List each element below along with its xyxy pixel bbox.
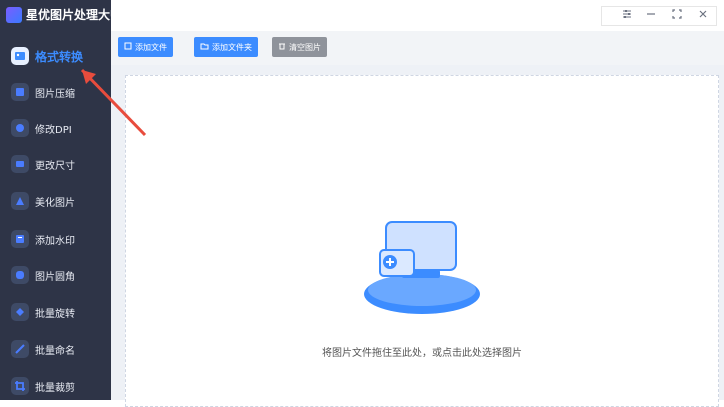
add-file-label: 添加文件 (135, 42, 167, 52)
sidebar-item-batch-crop[interactable]: 批量裁剪 (0, 369, 111, 403)
clear-images-label: 清空图片 (289, 42, 321, 52)
sidebar-item-beautify[interactable]: 美化图片 (0, 184, 111, 218)
sidebar-item-label: 批量旋转 (35, 308, 75, 320)
add-file-button[interactable]: 添加文件 (118, 37, 173, 57)
sidebar-item-label: 修改DPI (35, 124, 72, 136)
add-file-icon (124, 42, 132, 52)
add-folder-button[interactable]: 添加文件夹 (194, 37, 258, 57)
title-bar (111, 0, 724, 31)
drop-zone[interactable]: 将图片文件拖住至此处，或点击此处选择图片 (125, 75, 719, 407)
image-convert-icon (11, 47, 29, 65)
toolbar: 添加文件 添加文件夹 清空图片 (111, 31, 724, 65)
folder-icon (200, 42, 209, 52)
resize-icon (11, 155, 29, 173)
sidebar-item-label: 添加水印 (35, 235, 75, 247)
app-logo-icon (6, 6, 22, 23)
sidebar-item-rounded-corner[interactable]: 图片圆角 (0, 258, 111, 292)
compress-icon (11, 83, 29, 101)
dpi-icon (11, 119, 29, 137)
app-title: 星优图片处理大师 (6, 6, 122, 23)
sidebar-item-watermark[interactable]: 添加水印 (0, 222, 111, 256)
crop-icon (11, 377, 29, 395)
rounded-corner-icon (11, 266, 29, 284)
trash-icon (278, 42, 286, 52)
beautify-icon (11, 192, 29, 210)
rename-icon (11, 340, 29, 358)
main-area: 将图片文件拖住至此处，或点击此处选择图片 (111, 65, 724, 407)
sidebar-item-label: 图片压缩 (35, 88, 75, 100)
minimize-icon[interactable] (643, 6, 659, 22)
sidebar-item-label: 批量裁剪 (35, 382, 75, 394)
upload-illustration (356, 214, 488, 324)
sidebar-item-label: 图片圆角 (35, 271, 75, 283)
clear-images-button[interactable]: 清空图片 (272, 37, 327, 57)
maximize-icon[interactable] (669, 6, 685, 22)
app-title-text: 星优图片处理大师 (26, 8, 123, 22)
sidebar-item-label: 美化图片 (35, 197, 75, 209)
add-folder-label: 添加文件夹 (212, 42, 252, 52)
annotation-arrow (80, 68, 147, 137)
watermark-icon (11, 230, 29, 248)
sidebar-item-label: 批量命名 (35, 345, 75, 357)
sidebar-item-label: 更改尺寸 (35, 160, 75, 172)
settings-sliders-icon[interactable] (619, 6, 635, 22)
drop-hint-text: 将图片文件拖住至此处，或点击此处选择图片 (322, 348, 522, 359)
sidebar-item-resize[interactable]: 更改尺寸 (0, 147, 111, 181)
sidebar-item-batch-rotate[interactable]: 批量旋转 (0, 295, 111, 329)
rotate-icon (11, 303, 29, 321)
sidebar-item-batch-rename[interactable]: 批量命名 (0, 332, 111, 366)
close-icon[interactable] (695, 6, 711, 22)
